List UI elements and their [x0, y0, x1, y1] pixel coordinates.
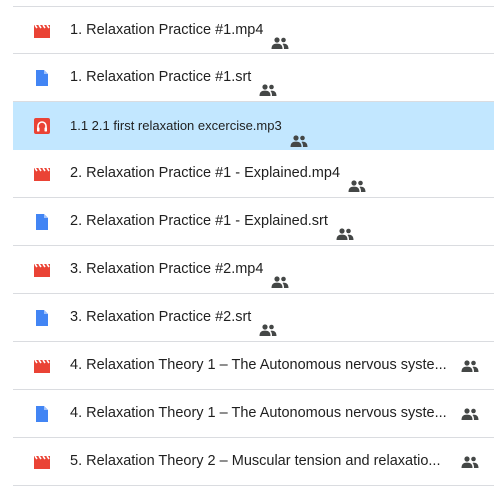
audio-file-icon: [34, 118, 50, 134]
file-row[interactable]: 1. Relaxation Practice #1.mp4: [13, 6, 494, 54]
shared-people-icon: [461, 359, 479, 372]
shared-people-icon: [259, 69, 277, 97]
file-row[interactable]: 3. Relaxation Practice #2.srt: [13, 294, 494, 342]
shared-people-icon: [336, 213, 354, 241]
file-name: 2. Relaxation Practice #1 - Explained.sr…: [70, 198, 354, 245]
video-file-icon: [34, 167, 50, 181]
file-name: 3. Relaxation Practice #2.srt: [70, 294, 277, 341]
file-name: 1.1 2.1 first relaxation excercise.mp3: [70, 102, 308, 149]
video-file-icon: [34, 24, 50, 38]
document-file-icon: [36, 70, 48, 86]
file-name: 2. Relaxation Practice #1 - Explained.mp…: [70, 150, 366, 197]
file-row[interactable]: 4. Relaxation Theory 1 – The Autonomous …: [13, 342, 494, 390]
shared-people-icon: [461, 407, 479, 420]
video-file-icon: [34, 455, 50, 469]
document-file-icon: [36, 214, 48, 230]
document-file-icon: [36, 310, 48, 326]
file-name: 1. Relaxation Practice #1.mp4: [70, 7, 289, 54]
file-row[interactable]: 1. Relaxation Practice #1.srt: [13, 54, 494, 102]
file-name: 3. Relaxation Practice #2.mp4: [70, 246, 289, 293]
file-row[interactable]: 4. Relaxation Theory 1 – The Autonomous …: [13, 390, 494, 438]
file-row[interactable]: 5. Relaxation Theory 2 – Muscular tensio…: [13, 438, 494, 486]
file-name: 4. Relaxation Theory 1 – The Autonomous …: [70, 405, 447, 421]
shared-people-icon: [461, 455, 479, 468]
file-row[interactable]: 3. Relaxation Practice #2.mp4: [13, 246, 494, 294]
shared-people-icon: [271, 22, 289, 50]
video-file-icon: [34, 359, 50, 373]
shared-people-icon: [259, 309, 277, 337]
file-row[interactable]: 2. Relaxation Practice #1 - Explained.mp…: [13, 150, 494, 198]
video-file-icon: [34, 263, 50, 277]
file-list: 1. Relaxation Practice #1.mp4 1. Relaxat…: [13, 6, 494, 486]
file-name: 4. Relaxation Theory 1 – The Autonomous …: [70, 357, 447, 373]
file-row[interactable]: 2. Relaxation Practice #1 - Explained.sr…: [13, 198, 494, 246]
file-row-selected[interactable]: 1.1 2.1 first relaxation excercise.mp3: [13, 102, 494, 150]
shared-people-icon: [271, 261, 289, 289]
shared-people-icon: [290, 119, 308, 147]
file-name: 1. Relaxation Practice #1.srt: [70, 54, 277, 101]
shared-people-icon: [348, 165, 366, 193]
file-name: 5. Relaxation Theory 2 – Muscular tensio…: [70, 453, 441, 469]
document-file-icon: [36, 406, 48, 422]
